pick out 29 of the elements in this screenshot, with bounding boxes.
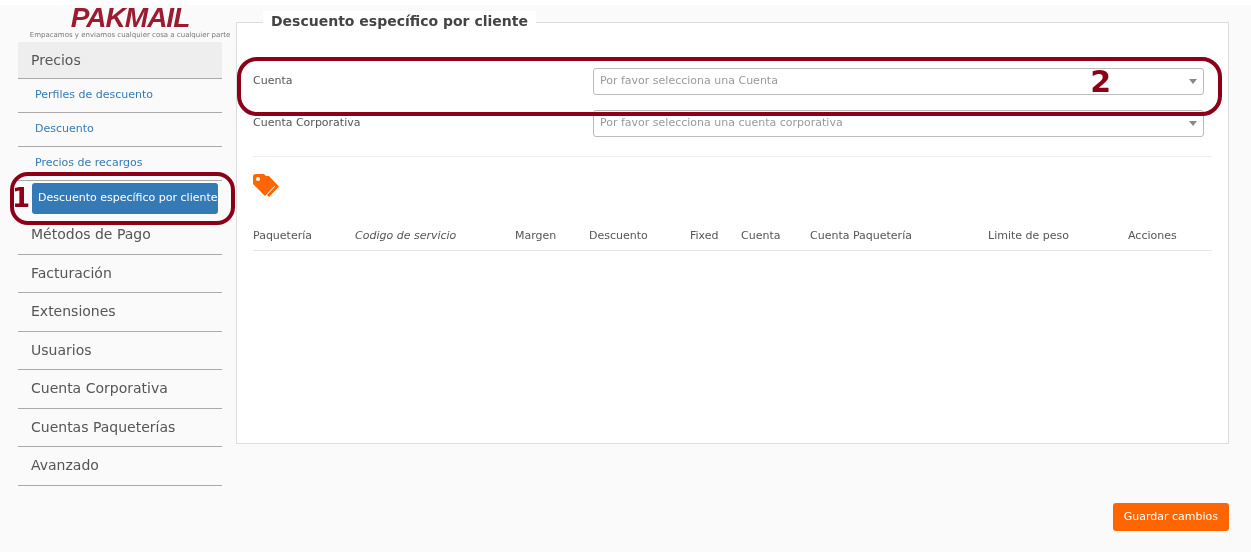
sidebar-item[interactable]: Cuenta Corporativa <box>18 370 222 409</box>
select-field[interactable]: Por favor selecciona una Cuenta 2 <box>593 67 1204 95</box>
sidebar-item[interactable]: Extensiones <box>18 293 222 332</box>
sidebar-item[interactable]: Usuarios <box>18 331 222 370</box>
sidebar-item[interactable]: Avanzado <box>18 447 222 486</box>
caret-icon <box>1189 78 1197 84</box>
column-header: Limite de peso <box>988 229 1069 242</box>
column-header: Descuento <box>589 229 648 242</box>
sidebar-item[interactable]: Precios de recargos <box>18 147 222 181</box>
panel-title: Descuento específico por cliente <box>263 11 536 32</box>
sidebar-item[interactable]: Descuento <box>18 113 222 147</box>
sidebar-item[interactable]: Facturación <box>18 254 222 293</box>
callout-number: 1 <box>12 182 31 214</box>
column-header: Cuenta <box>741 229 781 242</box>
column-header: Codigo de servicio <box>355 229 457 242</box>
field-label: Cuenta Corporativa <box>253 114 362 131</box>
column-header: Acciones <box>1128 229 1177 242</box>
column-header: Paquetería <box>253 229 312 242</box>
column-header: Fixed <box>690 229 719 242</box>
sidebar-section[interactable]: Precios <box>18 42 222 79</box>
sidebar-item[interactable]: Métodos de Pago <box>18 216 222 255</box>
column-header: Margen <box>515 229 557 242</box>
sidebar-item[interactable]: Perfiles de descuento <box>18 79 222 113</box>
caret-icon <box>1189 120 1197 126</box>
sidebar-item[interactable]: Cuentas Paqueterías <box>18 408 222 447</box>
column-header: Cuenta Paquetería <box>810 229 912 242</box>
sidebar-item[interactable]: Descuento específico por cliente <box>32 183 218 214</box>
logo: PAKMAIL <box>70 5 190 31</box>
field-label: Cuenta <box>253 72 294 89</box>
